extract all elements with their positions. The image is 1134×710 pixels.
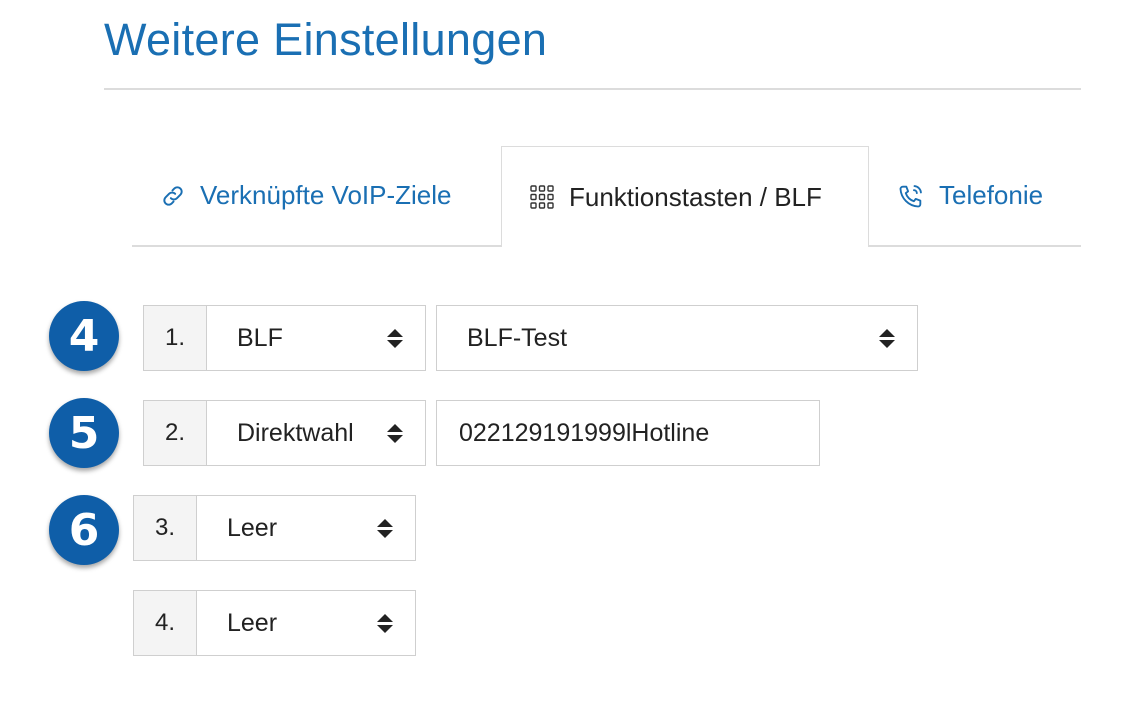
key-input-value: 022129191999lHotline [459,418,710,447]
tab-funktionstasten[interactable]: Funktionstasten / BLF [501,146,869,247]
key-row-1: 1. BLF BLF-Test [143,305,918,371]
tab-telefonie[interactable]: Telefonie [897,146,1087,245]
step-badge-6: 6 [49,495,119,565]
phone-icon [897,182,925,210]
key-number: 1. [143,305,207,371]
tab-label: Verknüpfte VoIP-Ziele [200,180,452,210]
key-type-select[interactable]: Direktwahl [207,400,426,466]
key-type-value: Leer [227,513,278,542]
key-row-4: 4. Leer [133,590,416,656]
key-type-value: BLF [237,323,283,352]
key-target-select[interactable]: BLF-Test [436,305,918,371]
key-type-select[interactable]: Leer [197,495,416,561]
tab-voip-ziele[interactable]: Verknüpfte VoIP-Ziele [160,146,502,245]
key-target-value: BLF-Test [467,323,568,352]
grid-icon [529,184,555,210]
key-number: 2. [143,400,207,466]
tab-label: Telefonie [939,180,1044,210]
key-row-3: 3. Leer [133,495,416,561]
key-number-input[interactable]: 022129191999lHotline [436,400,820,466]
key-type-select[interactable]: Leer [197,590,416,656]
key-type-value: Direktwahl [237,418,354,447]
page-title: Weitere Einstellungen [104,14,548,65]
select-arrows-icon [377,613,393,633]
key-number: 3. [133,495,197,561]
title-divider [104,88,1081,90]
tab-bar: Verknüpfte VoIP-Ziele Funktionstasten / … [132,146,1081,247]
key-number: 4. [133,590,197,656]
select-arrows-icon [377,518,393,538]
tab-label: Funktionstasten / BLF [569,181,822,212]
step-badge-4: 4 [49,301,119,371]
select-arrows-icon [387,328,403,348]
key-row-2: 2. Direktwahl 022129191999lHotline [143,400,820,466]
step-badge-5: 5 [49,398,119,468]
select-arrows-icon [387,423,403,443]
link-icon [160,183,186,209]
select-arrows-icon [879,328,895,348]
key-type-value: Leer [227,608,278,637]
key-type-select[interactable]: BLF [207,305,426,371]
